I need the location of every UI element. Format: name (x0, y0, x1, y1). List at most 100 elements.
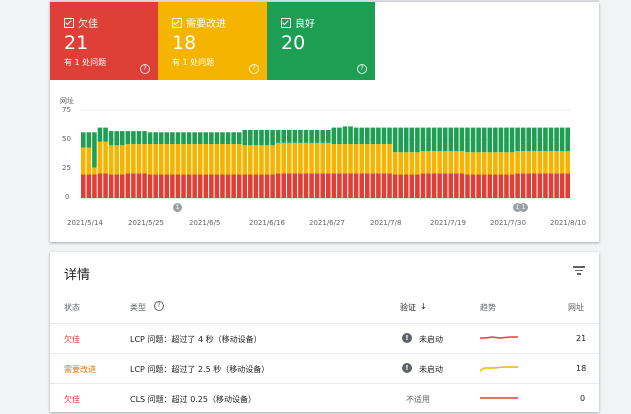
bar-segment[interactable] (543, 151, 548, 174)
bar-segment[interactable] (131, 144, 136, 174)
bar-segment[interactable] (387, 173, 392, 198)
bar-segment[interactable] (97, 127, 103, 142)
bar-segment[interactable] (253, 145, 259, 175)
bar-segment[interactable] (242, 174, 248, 198)
bar-segment[interactable] (381, 127, 387, 145)
bar-segment[interactable] (565, 173, 570, 198)
bar-segment[interactable] (364, 127, 370, 145)
bar-segment[interactable] (565, 151, 570, 174)
bar-segment[interactable] (470, 127, 476, 153)
bar-segment[interactable] (287, 142, 292, 174)
bar-segment[interactable] (376, 173, 381, 198)
header-validation[interactable]: 验证 (400, 302, 416, 313)
bar-segment[interactable] (403, 127, 409, 153)
bar-segment[interactable] (220, 174, 225, 198)
bar-segment[interactable] (392, 174, 398, 198)
bar-segment[interactable] (225, 132, 231, 145)
bar-segment[interactable] (481, 127, 487, 153)
bar-segment[interactable] (353, 127, 359, 145)
bar-segment[interactable] (381, 144, 387, 174)
bar-segment[interactable] (348, 173, 353, 198)
bar-segment[interactable] (448, 173, 454, 198)
bar-segment[interactable] (320, 142, 325, 174)
bar-segment[interactable] (114, 145, 119, 175)
bar-segment[interactable] (103, 173, 108, 198)
bar-segment[interactable] (537, 151, 543, 174)
bar-segment[interactable] (309, 142, 314, 174)
bar-segment[interactable] (437, 151, 442, 174)
bar-segment[interactable] (209, 144, 214, 175)
bar-segment[interactable] (498, 127, 504, 153)
bar-segment[interactable] (81, 132, 86, 148)
bar-segment[interactable] (409, 174, 415, 198)
bar-segment[interactable] (348, 144, 353, 174)
bar-segment[interactable] (303, 142, 309, 174)
bar-segment[interactable] (554, 127, 559, 152)
bar-segment[interactable] (459, 127, 465, 152)
bar-segment[interactable] (465, 152, 470, 175)
bar-segment[interactable] (175, 132, 181, 145)
bar-segment[interactable] (158, 144, 164, 175)
bar-segment[interactable] (359, 144, 364, 174)
bar-segment[interactable] (314, 129, 320, 143)
bar-segment[interactable] (387, 127, 392, 145)
bar-segment[interactable] (515, 151, 520, 174)
bar-segment[interactable] (476, 127, 481, 153)
bar-segment[interactable] (170, 174, 175, 198)
bar-segment[interactable] (509, 174, 515, 198)
bar-segment[interactable] (415, 152, 420, 175)
bar-segment[interactable] (92, 132, 97, 168)
bar-segment[interactable] (270, 145, 275, 175)
bar-segment[interactable] (326, 173, 331, 198)
bar-segment[interactable] (454, 127, 459, 152)
bar-segment[interactable] (136, 173, 142, 198)
bar-segment[interactable] (275, 142, 281, 174)
bar-segment[interactable] (214, 132, 220, 145)
bar-segment[interactable] (214, 174, 220, 198)
bar-segment[interactable] (103, 141, 108, 174)
bar-segment[interactable] (370, 127, 376, 145)
bar-segment[interactable] (142, 144, 147, 174)
bar-segment[interactable] (181, 144, 186, 175)
bar-segment[interactable] (448, 127, 454, 152)
bar-segment[interactable] (487, 174, 493, 198)
bar-segment[interactable] (164, 132, 170, 145)
bar-segment[interactable] (175, 144, 181, 175)
bar-segment[interactable] (493, 127, 498, 153)
bar-segment[interactable] (543, 127, 548, 152)
bar-segment[interactable] (108, 174, 114, 198)
bar-segment[interactable] (498, 152, 504, 175)
bar-segment[interactable] (197, 174, 203, 198)
bar-segment[interactable] (331, 144, 337, 174)
bar-segment[interactable] (220, 132, 225, 145)
bar-segment[interactable] (481, 174, 487, 198)
bar-segment[interactable] (364, 173, 370, 198)
bar-segment[interactable] (248, 174, 253, 198)
bar-segment[interactable] (509, 127, 515, 153)
bar-segment[interactable] (548, 151, 554, 174)
bar-segment[interactable] (142, 173, 147, 198)
bar-segment[interactable] (398, 152, 403, 175)
bar-segment[interactable] (225, 144, 231, 175)
bar-segment[interactable] (164, 144, 170, 175)
bar-segment[interactable] (175, 174, 181, 198)
bar-segment[interactable] (192, 174, 197, 198)
bar-segment[interactable] (125, 144, 131, 174)
bar-segment[interactable] (236, 174, 242, 198)
bar-segment[interactable] (197, 132, 203, 145)
bar-segment[interactable] (147, 174, 153, 198)
bar-segment[interactable] (515, 127, 520, 152)
bar-segment[interactable] (186, 144, 192, 175)
bar-segment[interactable] (86, 147, 92, 175)
bar-segment[interactable] (264, 145, 270, 175)
bar-segment[interactable] (481, 152, 487, 175)
bar-segment[interactable] (292, 173, 298, 198)
bar-segment[interactable] (437, 127, 442, 152)
bar-segment[interactable] (253, 129, 259, 146)
bar-segment[interactable] (136, 131, 142, 145)
bar-segment[interactable] (476, 152, 481, 175)
bar-segment[interactable] (348, 126, 353, 145)
bar-segment[interactable] (103, 127, 108, 142)
bar-segment[interactable] (426, 127, 431, 152)
bar-segment[interactable] (426, 151, 431, 174)
